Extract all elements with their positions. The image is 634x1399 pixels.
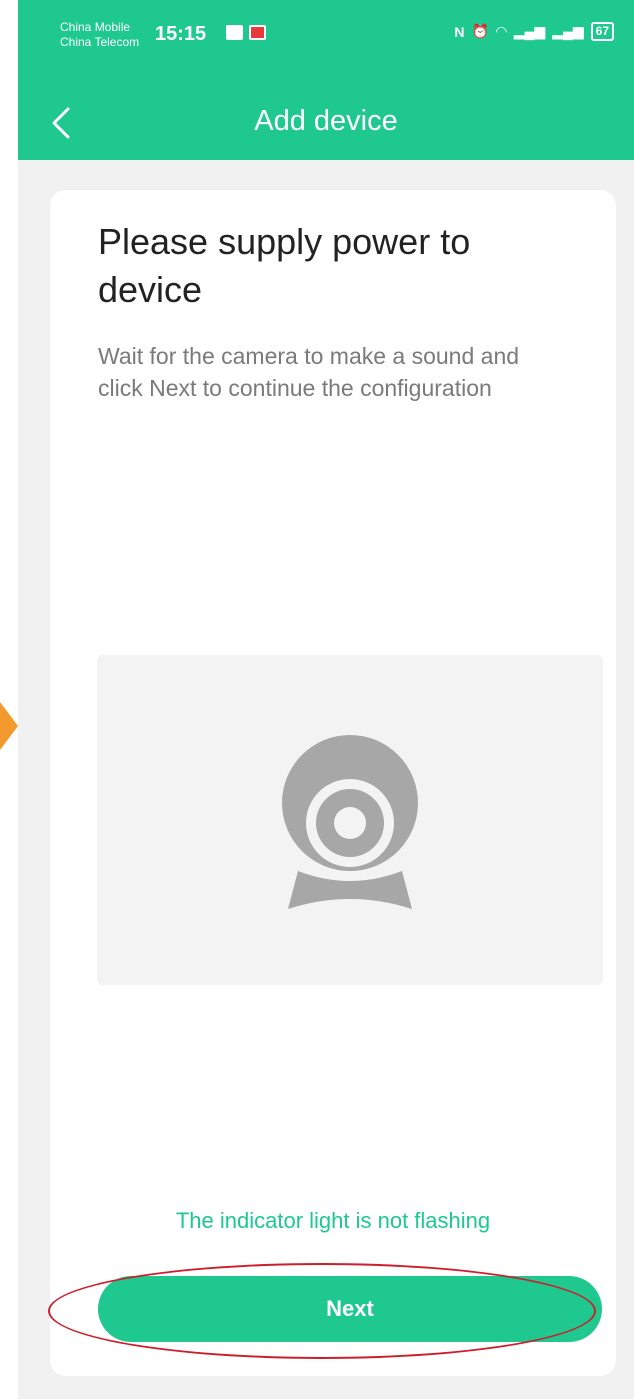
notification-mail-icon [249, 25, 266, 40]
status-bar: China Mobile China Telecom 15:15 N ⏰ ◠ ▂… [18, 0, 634, 85]
app-screen: China Mobile China Telecom 15:15 N ⏰ ◠ ▂… [18, 0, 634, 1399]
signal-5g-icon: ▂▄▆ [552, 23, 584, 39]
top-bar: China Mobile China Telecom 15:15 N ⏰ ◠ ▂… [18, 0, 634, 160]
carrier-info: China Mobile China Telecom [60, 20, 139, 50]
page-title: Add device [254, 105, 398, 137]
notification-icons [226, 25, 266, 40]
webcam-icon [282, 735, 418, 909]
wifi-icon: ◠ [495, 23, 507, 39]
notification-app-icon [226, 25, 243, 40]
next-button[interactable]: Next [98, 1276, 602, 1342]
signal-icon: ▂▄▆ [513, 23, 546, 39]
nav-bar: Add device [18, 85, 634, 160]
camera-illustration [97, 655, 603, 985]
annotation-arrow [0, 702, 18, 750]
instruction-heading: Please supply power to device [98, 221, 471, 310]
content-card: Please supply power to device Wait for t… [50, 190, 616, 1376]
battery-indicator: 67 [590, 22, 614, 41]
alarm-icon: ⏰ [471, 23, 489, 39]
indicator-not-flashing-link[interactable]: The indicator light is not flashing [50, 1208, 616, 1234]
carrier-2: China Telecom [60, 35, 140, 49]
instruction-description: Wait for the camera to make a sound and … [98, 343, 520, 401]
status-time: 15:15 [155, 23, 207, 45]
carrier-1: China Mobile [60, 20, 131, 34]
system-icons: N ⏰ ◠ ▂▄▆ ▂▄▆ 67 [454, 22, 614, 41]
nfc-icon: N [454, 23, 465, 40]
